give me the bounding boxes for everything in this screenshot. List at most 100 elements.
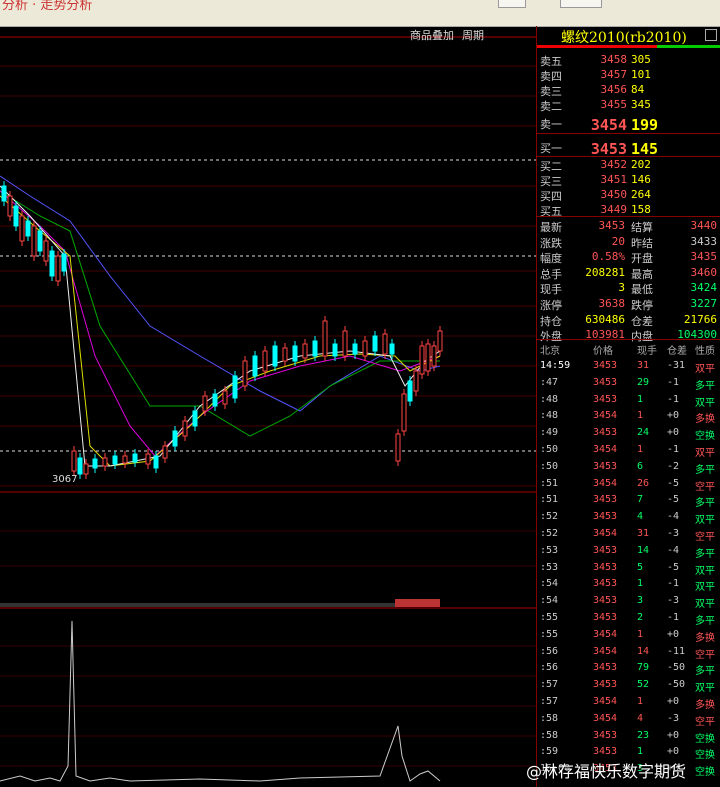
tick-row[interactable]: :50 3453 6 -2 多平 (537, 460, 720, 477)
tick-vol: 79 (637, 662, 650, 674)
tick-price: 3453 (593, 393, 618, 405)
level-volume: 264 (631, 188, 651, 201)
tick-vol: 26 (637, 477, 650, 489)
period-button[interactable]: 周期 (462, 27, 484, 43)
tick-header: 北京 价格 现手 仓差 性质 (537, 341, 720, 358)
stat-label: 开盘 (631, 252, 653, 266)
tick-price: 3453 (593, 494, 618, 506)
tick-price: 3453 (593, 612, 618, 623)
tick-oi: +0 (667, 696, 680, 707)
level-label: 卖三 (540, 85, 562, 98)
tick-row[interactable]: :55 3453 2 -1 多平 (537, 611, 720, 628)
tick-row[interactable]: :48 3453 1 -1 双平 (537, 393, 720, 410)
tick-time: :53 (540, 561, 559, 573)
restore-icon[interactable] (705, 29, 717, 41)
tick-time: :58 (540, 712, 559, 724)
tick-price: 3453 (593, 460, 618, 472)
tick-vol: 24 (637, 427, 650, 439)
candle-body (252, 355, 258, 377)
toolbar-button[interactable] (498, 0, 526, 8)
tick-price: 3453 (593, 662, 618, 674)
tick-oi: -1 (667, 612, 680, 623)
tick-row[interactable]: :56 3453 79 -50 多平 (537, 661, 720, 678)
tick-oi: -3 (667, 528, 680, 539)
tick-row[interactable]: :56 3454 14 -11 空平 (537, 645, 720, 662)
tick-row[interactable]: :47 3453 29 -1 多平 (537, 376, 720, 393)
tick-row[interactable]: :55 3454 1 +0 多换 (537, 628, 720, 645)
tick-time: :47 (540, 376, 559, 388)
divider (537, 133, 720, 134)
tick-row[interactable]: :48 3454 1 +0 多换 (537, 409, 720, 426)
tick-row[interactable]: :51 3454 26 -5 空平 (537, 477, 720, 494)
tick-vol: 6 (637, 460, 644, 472)
candle-body (342, 330, 348, 357)
level-price: 3458 (600, 53, 628, 66)
tick-row[interactable]: :57 3453 52 -50 双平 (537, 678, 720, 695)
stat-label: 昨结 (631, 236, 653, 250)
tick-price: 3453 (593, 561, 618, 573)
ask-level: 卖三 3456 84 (537, 83, 720, 98)
ma-magenta (0, 190, 441, 457)
tick-row[interactable]: :58 3453 23 +0 空换 (537, 729, 720, 746)
tick-time: 14:59 (540, 360, 571, 371)
tick-row[interactable]: :54 3453 1 -1 双平 (537, 577, 720, 594)
tick-nature: 多平 (695, 380, 715, 392)
tick-row[interactable]: :49 3453 24 +0 空换 (537, 426, 720, 443)
toolbar-button[interactable] (560, 0, 602, 8)
kline-chart-area[interactable] (0, 26, 536, 787)
level-price: 3452 (600, 158, 628, 171)
tick-price: 3453 (593, 376, 618, 388)
tick-time: :49 (540, 427, 559, 439)
tick-oi: -11 (667, 645, 686, 657)
tick-row[interactable]: :53 3453 14 -4 多平 (537, 544, 720, 561)
tick-vol: 31 (637, 360, 650, 371)
tick-row[interactable]: :54 3453 3 -3 双平 (537, 594, 720, 611)
tick-row[interactable]: :52 3453 4 -4 双平 (537, 510, 720, 527)
candle-body (292, 345, 298, 362)
tick-price: 3453 (593, 679, 618, 691)
tick-row[interactable]: :53 3453 5 -5 双平 (537, 561, 720, 578)
tick-vol: 29 (637, 376, 650, 388)
divider (537, 216, 720, 217)
level-price: 3457 (600, 68, 628, 81)
candle-body (71, 450, 77, 472)
level-volume: 146 (631, 173, 651, 186)
stat-value: 3227 (690, 297, 718, 310)
candle-body (232, 375, 238, 399)
tick-vol: 14 (637, 645, 650, 657)
tick-row[interactable]: :52 3454 31 -3 空平 (537, 527, 720, 544)
tick-row[interactable]: :57 3454 1 +0 多换 (537, 695, 720, 712)
stat-label: 最新 (540, 221, 562, 234)
bid-level: 买一 3453 145 (537, 140, 720, 158)
ask-level: 卖一 3454 199 (537, 116, 720, 134)
tick-row[interactable]: :51 3453 7 -5 多平 (537, 493, 720, 510)
tick-nature: 双平 (695, 515, 715, 527)
tick-nature: 双平 (695, 582, 715, 594)
tick-nature: 双平 (695, 448, 715, 459)
tick-nature: 空换 (695, 733, 715, 745)
tick-row[interactable]: :58 3454 4 -3 空平 (537, 712, 720, 729)
tick-row[interactable]: :50 3454 1 -1 双平 (537, 443, 720, 460)
tick-price: 3454 (593, 528, 618, 539)
stat-label: 仓差 (631, 314, 653, 328)
tick-price: 3454 (593, 696, 618, 707)
candle-body (43, 240, 49, 262)
tick-price: 3453 (593, 578, 618, 590)
tick-vol: 4 (637, 511, 644, 523)
candle-body (401, 393, 407, 432)
candle-body (25, 220, 31, 237)
tick-oi: -50 (667, 662, 686, 674)
stat-label: 涨停 (540, 299, 562, 312)
tick-nature: 双平 (695, 565, 715, 577)
candle-body (242, 360, 248, 387)
overlay-button[interactable]: 商品叠加 (410, 27, 454, 43)
candle-body (13, 205, 19, 227)
level-volume: 345 (631, 98, 651, 111)
tick-price: 3454 (593, 628, 618, 640)
tick-header-oi: 仓差 (667, 346, 687, 357)
candle-body (382, 333, 388, 355)
tick-row[interactable]: 14:59 3453 31 -31 双平 (537, 359, 720, 376)
tick-oi: -3 (667, 595, 680, 607)
ask-level: 卖四 3457 101 (537, 68, 720, 83)
candle-body (262, 350, 268, 372)
